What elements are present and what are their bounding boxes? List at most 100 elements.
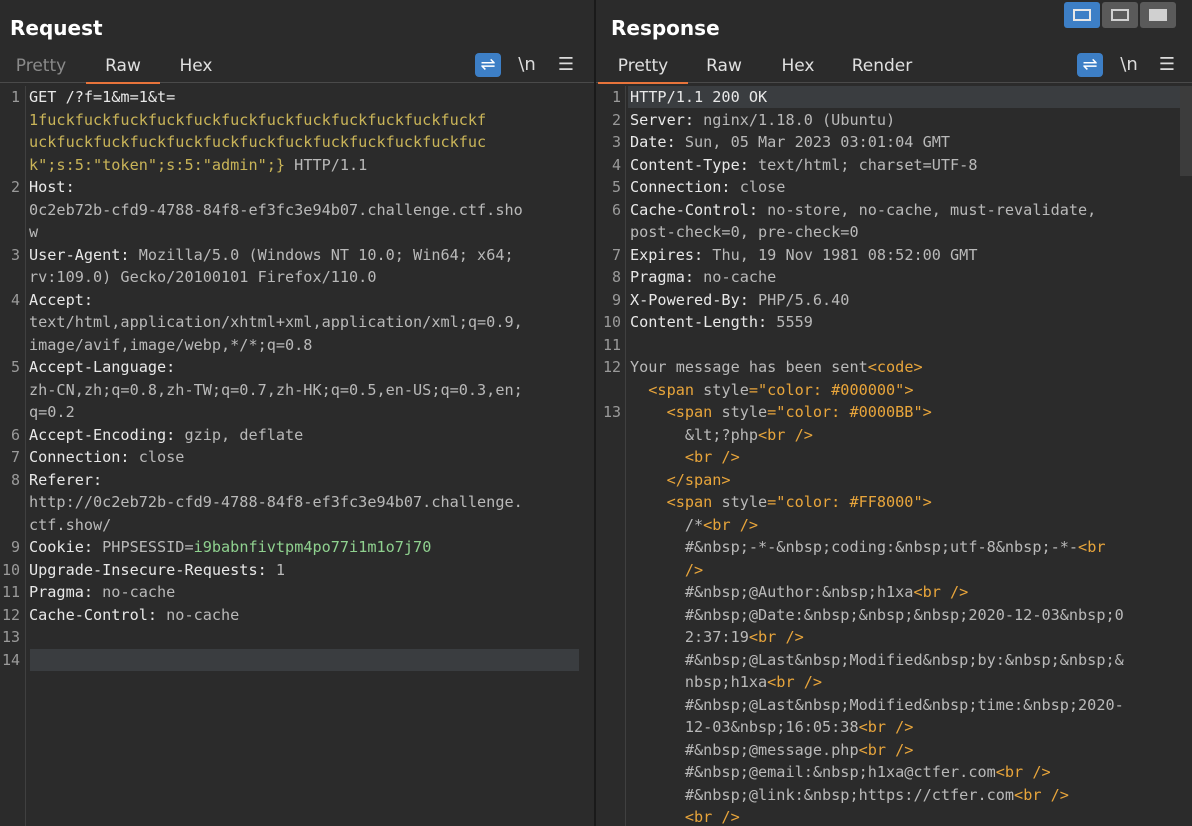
code-token: gzip, deflate	[175, 425, 304, 444]
code-token: <br />	[858, 740, 914, 759]
tab-hex[interactable]: Hex	[768, 54, 828, 82]
code-token: <br />	[995, 763, 1051, 781]
line-number: 13	[602, 403, 621, 421]
wrap-lines-icon[interactable]: ⇌	[1077, 53, 1103, 77]
code-token: close	[129, 448, 185, 466]
code-line: #&nbsp;@Date:&nbsp;&nbsp;&nbsp;2020-12-0…	[630, 604, 1124, 627]
code-token: 12-03&nbsp;16:05:38	[630, 718, 859, 736]
code-line: Connection: close	[29, 446, 184, 469]
code-token: Accept-Language:	[29, 358, 176, 376]
wrap-lines-icon[interactable]: ⇌	[475, 53, 501, 77]
code-line: Pragma: no-cache	[29, 581, 175, 604]
code-token: Accept:	[29, 290, 94, 309]
code-token: text/html; charset=UTF-8	[748, 155, 978, 174]
newline-toggle[interactable]: \n	[1116, 53, 1142, 77]
code-token: no-cache	[694, 268, 777, 286]
code-token: style	[703, 380, 749, 399]
code-token: Cache-Control:	[630, 200, 759, 219]
code-token: </span>	[630, 470, 731, 489]
code-token: <code>	[867, 358, 923, 376]
line-number: 7	[10, 448, 20, 466]
tab-render[interactable]: Render	[840, 54, 924, 82]
code-line: X-Powered-By: PHP/5.6.40	[630, 289, 849, 312]
code-token: Content-Length:	[630, 313, 768, 331]
newline-toggle[interactable]: \n	[514, 53, 540, 77]
code-token: Cookie:	[29, 538, 94, 556]
code-line: #&nbsp;@link:&nbsp;https://ctfer.com<br …	[630, 784, 1069, 807]
tab-pretty[interactable]: Pretty	[598, 54, 688, 84]
line-number: 10	[602, 313, 621, 331]
code-line: Cache-Control: no-cache	[29, 604, 239, 627]
code-line: #&nbsp;@message.php<br />	[630, 739, 914, 762]
code-line: Content-Length: 5559	[630, 311, 813, 334]
code-line: #&nbsp;@Last&nbsp;Modified&nbsp;time:&nb…	[630, 694, 1124, 717]
request-tabs: Pretty Raw Hex	[0, 52, 594, 84]
line-number: 2	[10, 178, 20, 196]
code-token: post-check=0, pre-check=0	[630, 223, 859, 241]
pane-title: Request	[10, 16, 103, 40]
code-line: q=0.2	[29, 401, 75, 424]
code-token: <br />	[630, 808, 740, 826]
code-line: Server: nginx/1.18.0 (Ubuntu)	[630, 109, 895, 132]
code-token: style	[721, 493, 768, 511]
code-token: PHPSESSID	[93, 538, 185, 556]
response-pane: Response Pretty Raw Hex Render ⇌ \n ☰ 12…	[596, 0, 1192, 826]
code-token: image/avif,image/webp,*/*;q=0.8	[29, 335, 313, 354]
code-line: nbsp;h1xa<br />	[630, 671, 822, 694]
code-token: />	[630, 560, 704, 579]
response-editor[interactable]: 1 2 3 4 5 6 7 8 9 10 11 12 13 HTTP/1.1 200 OK Server:…	[596, 86, 1192, 826]
code-token: #&nbsp;-*-&nbsp;coding:&nbsp;utf-8&nbsp;…	[630, 538, 1079, 556]
tab-pretty[interactable]: Pretty	[4, 54, 78, 82]
tab-hex[interactable]: Hex	[168, 54, 224, 82]
code-line: Accept-Encoding: gzip, deflate	[29, 424, 303, 447]
code-token: Connection:	[630, 178, 731, 196]
code-line: http://0c2eb72b-cfd9-4788-84f8-ef3fc3e94…	[29, 491, 523, 514]
code-token: PHP/5.6.40	[748, 290, 850, 309]
code-token: Server:	[630, 110, 695, 129]
menu-icon[interactable]: ☰	[1154, 53, 1180, 77]
code-line: /*<br />	[630, 514, 758, 537]
code-line: Host:	[29, 176, 75, 199]
code-token: w	[29, 223, 39, 241]
code-line: text/html,application/xhtml+xml,applicat…	[29, 311, 523, 334]
code-token: #&nbsp;@link:&nbsp;https://ctfer.com	[630, 785, 1015, 804]
code-line: Referer:	[29, 469, 102, 492]
request-editor[interactable]: 1 2 3 4 5 6 7 8 9 10 11 12 13 14 GET /?f=1&m=1&t= 1fuc…	[0, 86, 594, 826]
menu-icon[interactable]: ☰	[553, 53, 579, 77]
code-line: #&nbsp;@Last&nbsp;Modified&nbsp;by:&nbsp…	[630, 649, 1124, 672]
split-horizontal-icon[interactable]	[1064, 2, 1100, 28]
line-number: 4	[10, 290, 20, 309]
tab-raw[interactable]: Raw	[86, 54, 160, 84]
code-line: rv:109.0) Gecko/20100101 Firefox/110.0	[29, 266, 376, 289]
code-token: #&nbsp;@Date:&nbsp;&nbsp;&nbsp;2020-12-0…	[630, 605, 1124, 624]
line-number: 5	[10, 358, 20, 376]
code-line: Your message has been sent<code>	[630, 356, 923, 379]
code-token: #&nbsp;@message.php	[630, 740, 859, 759]
code-line: <span style="color: #000000">	[630, 379, 913, 402]
code-token: 1	[266, 560, 286, 579]
code-line: </span>	[630, 469, 731, 492]
code-token: Thu, 19 Nov 1981 08:52:00 GMT	[703, 245, 978, 264]
line-number: 12	[602, 358, 621, 376]
line-number: 9	[611, 290, 621, 309]
code-line: <span style="color: #0000BB">	[630, 401, 932, 424]
code-token: q=0.2	[29, 403, 75, 421]
scrollbar-thumb[interactable]	[1180, 86, 1192, 176]
code-token: nbsp;h1xa	[630, 673, 768, 691]
code-line: <br />	[630, 446, 740, 469]
code-token: &lt;?php	[630, 425, 759, 444]
code-token: #&nbsp;@Last&nbsp;Modified&nbsp;time:&nb…	[630, 695, 1124, 714]
code-token: #&nbsp;@email:&nbsp;h1xa@ctfer.com	[630, 763, 996, 781]
code-token: Date:	[630, 133, 676, 151]
tab-raw[interactable]: Raw	[696, 54, 752, 82]
code-line: #&nbsp;@email:&nbsp;h1xa@ctfer.com<br />	[630, 761, 1051, 784]
split-vertical-icon[interactable]	[1102, 2, 1138, 28]
code-token: nginx/1.18.0 (Ubuntu)	[694, 110, 896, 129]
single-pane-icon[interactable]	[1140, 2, 1176, 28]
code-line: image/avif,image/webp,*/*;q=0.8	[29, 334, 312, 357]
code-line: GET /?f=1&m=1&t=	[29, 86, 175, 109]
line-number: 3	[611, 133, 621, 151]
code-token: #&nbsp;@Author:&nbsp;h1xa	[630, 583, 914, 601]
code-line: />	[630, 559, 703, 582]
code-token: <span	[630, 403, 722, 421]
